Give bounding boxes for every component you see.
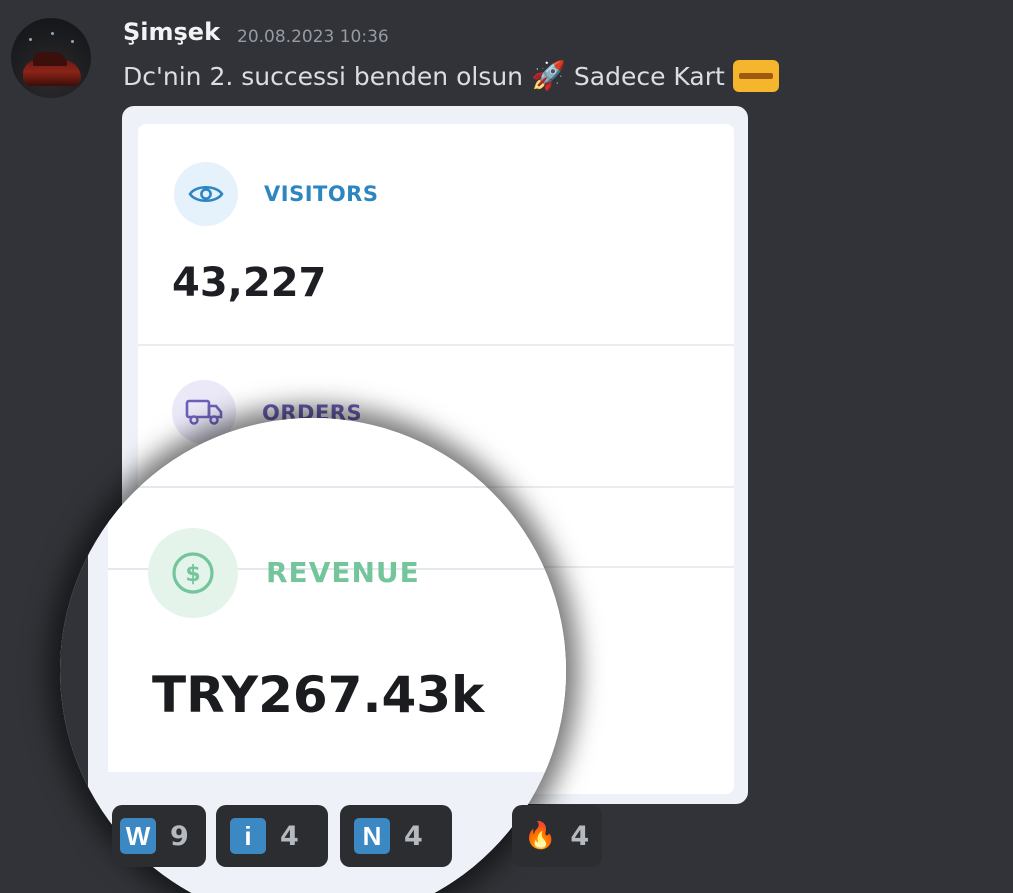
dollar-icon: $: [148, 528, 238, 618]
reaction-info[interactable]: i 4: [216, 805, 328, 867]
regional-indicator-n-icon: N: [354, 818, 390, 854]
message-content: Dc'nin 2. successi benden olsun 🚀 Sadece…: [123, 60, 779, 92]
message-text: Dc'nin 2. successi benden olsun: [123, 61, 524, 91]
svg-text:$: $: [185, 562, 200, 587]
message-author[interactable]: Şimşek: [123, 18, 220, 46]
visitors-value: 43,227: [172, 260, 327, 306]
reaction-count: 4: [404, 820, 423, 852]
reaction-count: 4: [280, 820, 299, 852]
reactions-bar: W 9 i 4 N 4 🔥 4: [0, 805, 1013, 875]
avatar-light: [51, 32, 54, 35]
revenue-value: TRY267.43k: [152, 666, 485, 724]
reaction-count: 9: [170, 820, 189, 852]
eye-icon: [174, 162, 238, 226]
visitors-label: VISITORS: [264, 182, 379, 206]
reaction-fire[interactable]: 🔥 4: [512, 805, 602, 867]
message-text: Sadece Kart: [573, 61, 725, 91]
avatar-light: [71, 40, 74, 43]
rocket-emoji: 🚀: [531, 59, 566, 92]
discord-message-view: Şimşek 20.08.2023 10:36 Dc'nin 2. succes…: [0, 0, 1013, 893]
reaction-w[interactable]: W 9: [112, 805, 206, 867]
fire-icon: 🔥: [524, 821, 557, 851]
regional-indicator-w-icon: W: [120, 818, 156, 854]
reaction-count: 4: [570, 820, 590, 852]
avatar-light: [29, 38, 32, 41]
credit-card-emoji: [732, 60, 779, 92]
reaction-n[interactable]: N 4: [340, 805, 452, 867]
revenue-label: REVENUE: [266, 556, 420, 589]
information-icon: i: [230, 818, 266, 854]
stat-visitors: VISITORS 43,227: [138, 124, 734, 346]
avatar[interactable]: [11, 18, 91, 98]
divider: [108, 486, 566, 488]
message-timestamp[interactable]: 20.08.2023 10:36: [237, 27, 389, 47]
car-image: [23, 52, 81, 86]
